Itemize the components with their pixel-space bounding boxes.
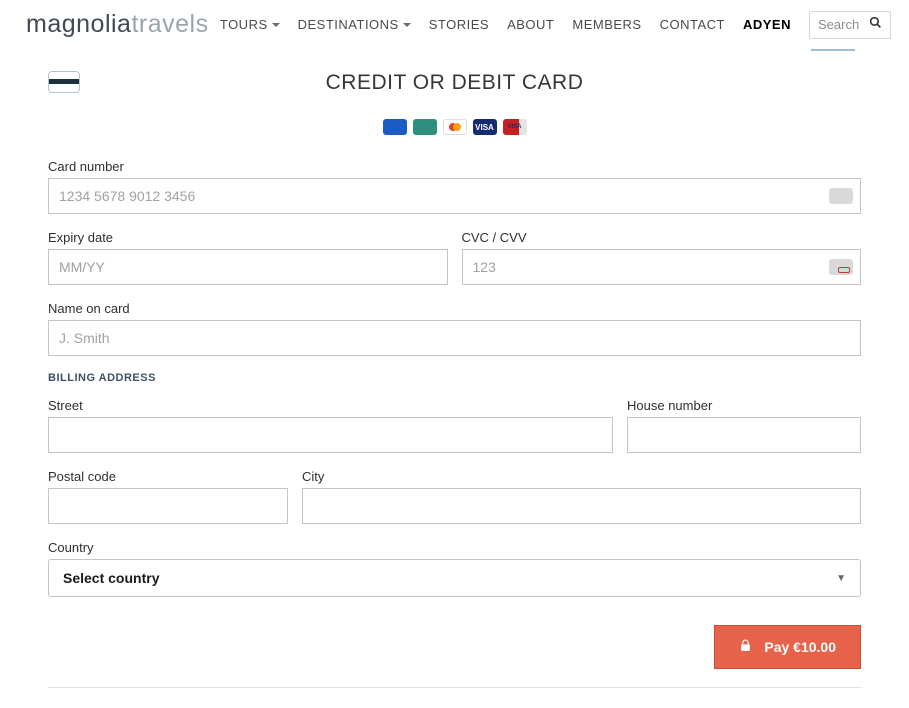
billing-section-label: BILLING ADDRESS <box>48 372 861 384</box>
pay-button[interactable]: Pay €10.00 <box>714 625 861 669</box>
street-input[interactable] <box>48 417 613 453</box>
brand-logo[interactable]: magnoliatravels <box>26 10 209 39</box>
card-chip-icon <box>48 71 80 93</box>
card-brand-icon <box>443 119 467 135</box>
card-brand-icon <box>383 119 407 135</box>
chevron-down-icon: ▼ <box>836 573 846 584</box>
nav-contact[interactable]: CONTACT <box>660 17 725 32</box>
payment-heading: CREDIT OR DEBIT CARD <box>48 71 861 95</box>
nav-stories[interactable]: STORIES <box>429 17 489 32</box>
name-input[interactable] <box>48 320 861 356</box>
nav-adyen[interactable]: ADYEN <box>743 17 791 32</box>
tab-indicator <box>811 49 855 51</box>
nav-contact-label: CONTACT <box>660 17 725 32</box>
city-input[interactable] <box>302 488 861 524</box>
nav-tours-label: TOURS <box>220 17 268 32</box>
country-select[interactable]: Select country ▼ <box>48 559 861 597</box>
nav-about[interactable]: ABOUT <box>507 17 554 32</box>
card-number-input[interactable] <box>48 178 861 214</box>
house-number-label: House number <box>627 398 861 413</box>
card-icon <box>829 188 853 204</box>
caret-down-icon <box>403 23 411 27</box>
pay-button-label: Pay €10.00 <box>764 639 836 655</box>
nav-destinations[interactable]: DESTINATIONS <box>298 17 411 32</box>
nav-stories-label: STORIES <box>429 17 489 32</box>
card-brand-icon: VISA <box>473 119 497 135</box>
lock-icon <box>739 638 752 656</box>
logo-part-1: magnolia <box>26 10 131 38</box>
street-label: Street <box>48 398 613 413</box>
card-brand-row: VISA VISA <box>48 119 861 135</box>
house-number-input[interactable] <box>627 417 861 453</box>
nav-members-label: MEMBERS <box>572 17 641 32</box>
search-box[interactable] <box>809 11 891 39</box>
logo-part-2: travels <box>131 10 208 38</box>
card-brand-icon: VISA <box>503 119 527 135</box>
expiry-label: Expiry date <box>48 230 448 245</box>
cvc-label: CVC / CVV <box>462 230 862 245</box>
cvc-input[interactable] <box>462 249 862 285</box>
nav-tours[interactable]: TOURS <box>220 17 280 32</box>
country-label: Country <box>48 540 861 555</box>
nav-about-label: ABOUT <box>507 17 554 32</box>
caret-down-icon <box>272 23 280 27</box>
postal-code-label: Postal code <box>48 469 288 484</box>
name-label: Name on card <box>48 301 861 316</box>
nav-adyen-label: ADYEN <box>743 17 791 32</box>
card-brand-icon <box>413 119 437 135</box>
cvc-icon <box>829 259 853 275</box>
card-number-label: Card number <box>48 159 861 174</box>
divider <box>48 687 861 688</box>
postal-code-input[interactable] <box>48 488 288 524</box>
expiry-input[interactable] <box>48 249 448 285</box>
country-select-value: Select country <box>63 570 159 586</box>
city-label: City <box>302 469 861 484</box>
nav-destinations-label: DESTINATIONS <box>298 17 399 32</box>
search-icon[interactable] <box>869 16 882 34</box>
nav-members[interactable]: MEMBERS <box>572 17 641 32</box>
